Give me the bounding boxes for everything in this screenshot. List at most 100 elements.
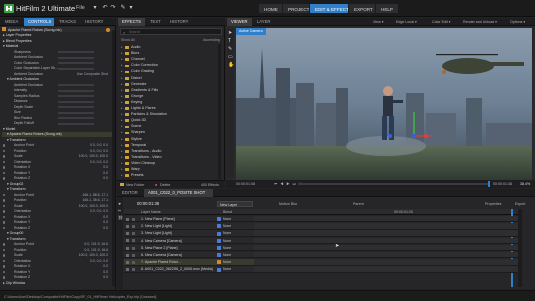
- select-tool-icon[interactable]: ➤: [118, 201, 121, 206]
- control-row[interactable]: Rotation Y 0.0: [2, 270, 114, 275]
- control-value[interactable]: 166.1, 38.6, 17.1: [83, 198, 108, 203]
- layer-row[interactable]: 6. New Camera [Camera] None: [124, 252, 254, 259]
- viewer-option-options[interactable]: Options ▾: [510, 20, 525, 24]
- control-row[interactable]: Anchor Point 0.0, 101.9, 16.6: [2, 242, 114, 247]
- control-row[interactable]: Scale 100.0, 100.0, 100.0: [2, 253, 114, 258]
- control-row[interactable]: Rotation X 0.0: [2, 215, 114, 220]
- control-slider[interactable]: [58, 51, 94, 54]
- control-row[interactable]: Rotation X 0.0: [2, 165, 114, 170]
- effects-category-channel[interactable]: ▸ Channel: [121, 57, 221, 62]
- layer-track[interactable]: [254, 237, 518, 244]
- active-camera-button[interactable]: Active Camera: [236, 28, 266, 35]
- control-row[interactable]: Color Separation Layer Sh...: [2, 66, 114, 71]
- lock-icon[interactable]: [132, 239, 135, 243]
- control-row[interactable]: Orientation 0.0, 0.0, 0.0: [2, 259, 114, 264]
- layer-blend-mode[interactable]: None: [223, 252, 231, 258]
- control-value[interactable]: 0.0: [103, 176, 108, 181]
- playhead-marker[interactable]: [488, 181, 490, 187]
- viewer-option-render-and-unload[interactable]: Render and Unload ▾: [463, 20, 497, 24]
- layer-track[interactable]: [254, 259, 518, 266]
- timeline-scrollbar[interactable]: [518, 209, 522, 287]
- undo-icon[interactable]: ↶: [102, 5, 108, 11]
- control-value[interactable]: 0.0, 0.0, 0.0: [90, 143, 108, 148]
- control-row[interactable]: Scale 100.0, 100.0, 100.0: [2, 204, 114, 209]
- tab-left-media[interactable]: MEDIA: [1, 18, 23, 26]
- control-row[interactable]: Anchor Point 0.0, 0.0, 0.0: [2, 143, 114, 148]
- control-slider[interactable]: [58, 106, 94, 109]
- slice-tool-icon[interactable]: ✂: [118, 208, 121, 213]
- control-row[interactable]: Sharpness: [2, 50, 114, 55]
- control-slider[interactable]: [58, 95, 94, 98]
- control-row[interactable]: Orientation 0.0, 0.0, 0.0: [2, 209, 114, 214]
- control-value[interactable]: 0.0, 0.0, 0.0: [90, 259, 108, 264]
- control-row[interactable]: Depth Falloff: [2, 121, 114, 126]
- control-slider[interactable]: [58, 56, 94, 59]
- nav-button-help[interactable]: HELP: [375, 3, 400, 14]
- rectangle-tool-icon[interactable]: ▭: [228, 54, 233, 60]
- control-row[interactable]: Anchor Point -166.1, 88.8, 17.1: [2, 193, 114, 198]
- controls-scrollbar[interactable]: [112, 30, 115, 286]
- keyframe-toggle-icon[interactable]: [3, 265, 6, 268]
- control-value[interactable]: 100.0, 100.0, 100.0: [79, 253, 108, 258]
- viewer-timecode[interactable]: 00:00:01:08: [236, 182, 255, 186]
- visibility-icon[interactable]: [126, 239, 129, 243]
- lock-icon[interactable]: [132, 253, 135, 257]
- layer-row[interactable]: 8. A001_C022_0822S6_2_0005.mov [Media] No…: [124, 266, 254, 273]
- tab-editor-editor[interactable]: EDITOR: [118, 189, 143, 197]
- control-row[interactable]: ▸ Clip Window: [2, 281, 114, 286]
- keyframe-toggle-icon[interactable]: [3, 171, 6, 175]
- tab-fx-effects[interactable]: EFFECTS: [118, 18, 145, 26]
- visibility-icon[interactable]: [126, 253, 129, 257]
- control-row[interactable]: Depth Scale: [2, 105, 114, 110]
- effects-category-grunge[interactable]: ▸ Grunge: [121, 94, 221, 99]
- control-row[interactable]: Ambient Occlusion: [2, 55, 114, 60]
- effects-category-scene[interactable]: ▸ Scene: [121, 124, 221, 129]
- control-row[interactable]: ▸ Blend Properties: [2, 39, 114, 44]
- control-row[interactable]: ▾ Material: [2, 44, 114, 49]
- viewer-option-color-edit[interactable]: Color Edit ▾: [432, 20, 451, 24]
- keyframe-toggle-icon[interactable]: [3, 254, 6, 257]
- effects-category-particles-simulation[interactable]: ▸ Particles & Simulation: [121, 112, 221, 117]
- effects-sort-select[interactable]: Ascending: [203, 38, 220, 42]
- control-row[interactable]: ▾ Transform: [2, 138, 114, 143]
- effects-category-video-cleanup[interactable]: ▸ Video Cleanup: [121, 161, 221, 166]
- control-value[interactable]: 0.0: [103, 264, 108, 269]
- effects-category-transitions-video[interactable]: ▸ Transitions - Video: [121, 155, 221, 160]
- keyframe-toggle-icon[interactable]: [3, 177, 6, 180]
- control-value[interactable]: 0.0: [103, 226, 108, 231]
- new-layer-dropdown[interactable]: New Layer: [217, 201, 253, 207]
- export-button[interactable]: Export: [515, 202, 525, 206]
- layer-row[interactable]: 3. New Light [Light] None: [124, 230, 254, 237]
- viewer-scrubber[interactable]: [298, 183, 488, 185]
- visibility-icon[interactable]: [126, 246, 129, 250]
- keyframe-toggle-icon[interactable]: [3, 270, 6, 274]
- lock-icon[interactable]: [132, 260, 135, 264]
- layer-blend-mode[interactable]: None: [223, 223, 231, 229]
- layer-blend-mode[interactable]: None: [223, 238, 231, 244]
- control-row[interactable]: Rotation X 0.0: [2, 264, 114, 269]
- effects-category-warp[interactable]: ▸ Warp: [121, 167, 221, 172]
- control-value[interactable]: 0.0, 0.0, 0.0: [90, 209, 108, 214]
- delete-button[interactable]: Delete: [160, 183, 170, 187]
- lock-icon[interactable]: [132, 224, 135, 228]
- control-slider[interactable]: [58, 117, 94, 120]
- lock-icon[interactable]: [132, 232, 135, 236]
- keyframe-toggle-icon[interactable]: [3, 276, 6, 279]
- control-slider[interactable]: [58, 122, 94, 125]
- control-row[interactable]: ▾ Transform: [2, 237, 114, 242]
- tab-left-controls[interactable]: CONTROLS: [24, 18, 54, 26]
- visibility-icon[interactable]: [126, 224, 129, 228]
- tab-left-tracks[interactable]: TRACKS: [55, 18, 80, 26]
- layer-row[interactable]: 2. New Light [Light] None: [124, 223, 254, 230]
- control-value[interactable]: 100.0, 100.0, 100.0: [79, 154, 108, 159]
- control-row[interactable]: Scale 100.0, 100.0, 100.0: [2, 154, 114, 159]
- viewer-canvas[interactable]: Active Camera: [236, 28, 532, 180]
- layer-track[interactable]: [254, 244, 518, 252]
- tab-viewer-viewer[interactable]: VIEWER: [227, 18, 252, 26]
- select-tool-icon[interactable]: ➤: [228, 30, 232, 36]
- control-slider[interactable]: [58, 67, 94, 70]
- keyframe-toggle-icon[interactable]: [3, 226, 6, 230]
- viewer-option-view[interactable]: View ▾: [373, 20, 384, 24]
- keyframe-toggle-icon[interactable]: [3, 243, 6, 246]
- control-value[interactable]: 0.0: [103, 220, 108, 225]
